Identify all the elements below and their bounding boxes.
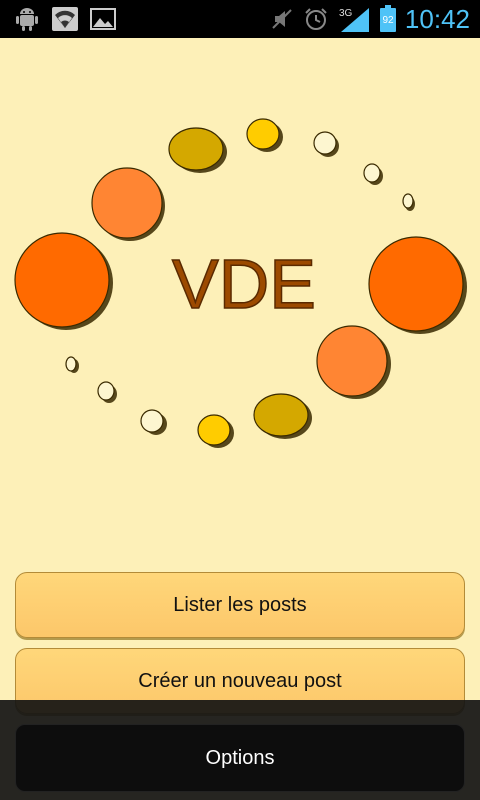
logo-bubble-small <box>65 356 77 372</box>
logo-bubble-small <box>97 381 115 401</box>
android-debug-icon <box>16 8 38 31</box>
alarm-icon <box>305 8 327 30</box>
wifi-icon <box>52 7 78 31</box>
logo-bubble-yellow <box>197 414 231 446</box>
svg-text:3G: 3G <box>339 8 353 19</box>
logo-bubble-large-left <box>14 232 110 328</box>
battery-icon: 92 <box>379 5 396 32</box>
status-bar: 3G 92 10:42 <box>0 0 480 38</box>
image-icon <box>90 8 116 30</box>
options-menu-item[interactable]: Options <box>15 724 465 792</box>
logo-bubble-small <box>363 163 381 183</box>
logo-bubble-medium <box>316 325 388 397</box>
mute-icon <box>272 9 292 29</box>
logo-bubble-olive <box>253 393 309 437</box>
logo-bubble-olive <box>168 127 224 171</box>
logo-bubble-large-right <box>368 236 464 332</box>
logo-bubble-small <box>313 131 337 155</box>
signal-3g-icon: 3G <box>339 8 369 32</box>
svg-text:92: 92 <box>382 15 394 26</box>
logo-bubble-small <box>140 409 164 433</box>
vde-logo: VDE <box>14 118 467 448</box>
logo-text: VDE <box>172 245 316 323</box>
logo-bubble-yellow <box>246 118 280 150</box>
logo-bubble-medium <box>91 167 163 239</box>
logo-bubble-small <box>402 193 414 209</box>
list-posts-button[interactable]: Lister les posts <box>15 572 465 638</box>
clock: 10:42 <box>404 4 470 34</box>
